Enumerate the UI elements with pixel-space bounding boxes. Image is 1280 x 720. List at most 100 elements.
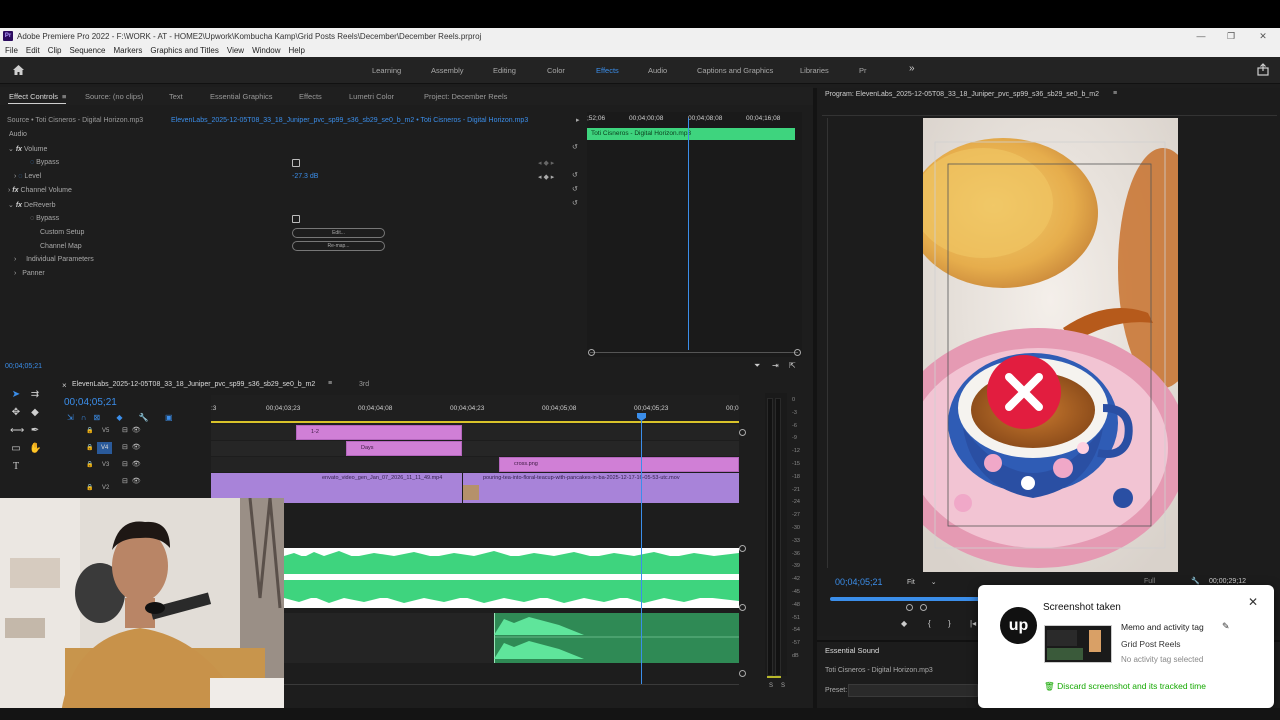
timeline-v-scroll-handle[interactable] xyxy=(739,429,746,436)
scrub-handle[interactable] xyxy=(920,604,927,611)
track-lock-icon[interactable]: 🔒 xyxy=(86,461,93,468)
panel-menu-icon[interactable]: ≡ xyxy=(328,380,332,387)
home-icon[interactable] xyxy=(12,64,25,76)
panel-menu-icon[interactable]: ≡ xyxy=(1113,90,1117,97)
export-icon[interactable]: ⇥ xyxy=(772,361,779,370)
tab-essential-graphics[interactable]: Essential Graphics xyxy=(210,92,273,101)
chevron-down-icon[interactable]: ⌄ xyxy=(8,146,14,153)
sync-icon[interactable]: ⊟ 👁 xyxy=(122,426,141,434)
sequence-tab-3rd[interactable]: 3rd xyxy=(359,381,369,388)
settings-wrench-icon[interactable]: 🔧 xyxy=(1191,577,1200,585)
track-label-v2[interactable]: V2 xyxy=(102,485,109,491)
ec-play-icon[interactable]: ▸ xyxy=(576,116,580,124)
work-area-bar[interactable] xyxy=(211,421,739,423)
type-tool-icon[interactable]: T xyxy=(10,461,22,473)
rectangle-tool-icon[interactable]: ▭ xyxy=(10,443,22,455)
menu-edit[interactable]: Edit xyxy=(26,46,40,55)
clip-days[interactable]: Days xyxy=(346,441,462,456)
workspace-learning[interactable]: Learning xyxy=(372,66,401,75)
timeline-v-scroll-handle[interactable] xyxy=(739,670,746,677)
memo-label[interactable]: Memo and activity tag xyxy=(1121,622,1204,632)
chevron-right-icon[interactable]: › xyxy=(14,173,16,180)
bypass-checkbox[interactable] xyxy=(292,159,300,167)
razor-tool-icon[interactable]: ◆ xyxy=(29,407,41,419)
chevron-down-icon[interactable]: ⌄ xyxy=(8,202,14,209)
ec-scroll-handle[interactable] xyxy=(794,349,801,356)
add-marker-icon[interactable]: ◆ xyxy=(901,619,907,628)
timeline-v-scroll-handle[interactable] xyxy=(739,604,746,611)
stopwatch-icon[interactable]: ◌ xyxy=(30,215,34,222)
tab-lumetri-color[interactable]: Lumetri Color xyxy=(349,92,394,101)
chevron-right-icon[interactable]: › xyxy=(14,270,16,277)
preset-dropdown[interactable] xyxy=(848,684,978,697)
timeline-v-scroll-handle[interactable] xyxy=(739,545,746,552)
fx-icon[interactable]: fx xyxy=(16,146,22,153)
reset-icon[interactable]: ↺ xyxy=(572,171,578,179)
reset-icon[interactable]: ↺ xyxy=(572,143,578,151)
program-scrub-bar[interactable] xyxy=(830,597,980,601)
solo-left-button[interactable]: S xyxy=(769,683,773,689)
workspace-audio[interactable]: Audio xyxy=(648,66,667,75)
sequence-tab[interactable]: ElevenLabs_2025-12-05T08_33_18_Juniper_p… xyxy=(72,381,315,388)
timeline-timecode[interactable]: 00;04;05;21 xyxy=(64,397,117,408)
track-label-v5[interactable]: V5 xyxy=(102,428,109,434)
menu-clip[interactable]: Clip xyxy=(48,46,62,55)
import-icon[interactable]: ⇱ xyxy=(789,361,796,370)
menu-window[interactable]: Window xyxy=(252,46,280,55)
ec-mini-audio-clip[interactable]: Toti Cisneros - Digital Horizon.mp3 xyxy=(587,128,795,140)
scrub-handle[interactable] xyxy=(906,604,913,611)
sync-icon[interactable]: ⊟ 👁 xyxy=(122,443,141,451)
workspace-assembly[interactable]: Assembly xyxy=(431,66,464,75)
close-sequence-icon[interactable]: × xyxy=(62,381,67,390)
track-lock-icon[interactable]: 🔒 xyxy=(86,484,93,491)
menu-view[interactable]: View xyxy=(227,46,244,55)
more-workspaces-icon[interactable]: » xyxy=(909,63,915,74)
chevron-right-icon[interactable]: › xyxy=(8,187,10,194)
share-icon[interactable] xyxy=(1257,63,1269,76)
sync-icon[interactable]: ⊟ 👁 xyxy=(122,477,141,485)
tab-effects[interactable]: Effects xyxy=(299,92,322,101)
ec-individual-params-row[interactable]: › Individual Parameters xyxy=(14,256,94,263)
edit-pencil-icon[interactable]: ✎ xyxy=(1222,621,1230,632)
ec-playhead[interactable] xyxy=(688,118,689,350)
tab-source[interactable]: Source: (no clips) xyxy=(85,92,143,101)
pen-tool-icon[interactable]: ✒ xyxy=(29,425,41,437)
selection-tool-icon[interactable]: ➤ xyxy=(10,389,22,401)
reset-icon[interactable]: ↺ xyxy=(572,199,578,207)
ripple-edit-tool-icon[interactable]: ✥ xyxy=(10,407,22,419)
workspace-libraries[interactable]: Libraries xyxy=(800,66,829,75)
ec-volume-row[interactable]: ⌄ fx Volume xyxy=(8,145,47,153)
menu-sequence[interactable]: Sequence xyxy=(69,46,105,55)
tab-effect-controls[interactable]: Effect Controls xyxy=(9,92,58,101)
menu-file[interactable]: File xyxy=(5,46,18,55)
menu-help[interactable]: Help xyxy=(289,46,305,55)
custom-setup-edit-button[interactable]: Edit... xyxy=(292,228,385,238)
channel-map-remap-button[interactable]: Re-map... xyxy=(292,241,385,251)
discard-screenshot-link[interactable]: 🗑 Discard screenshot and its tracked tim… xyxy=(1044,681,1206,692)
chevron-right-icon[interactable]: › xyxy=(14,256,16,263)
keyframe-nav-icon[interactable]: ◂ ◆ ▸ xyxy=(538,173,554,181)
track-lock-icon[interactable]: 🔒 xyxy=(86,444,93,451)
menu-markers[interactable]: Markers xyxy=(114,46,143,55)
workspace-color[interactable]: Color xyxy=(547,66,565,75)
fx-icon[interactable]: fx xyxy=(16,202,22,209)
fit-dropdown[interactable]: Fit ⌄ xyxy=(907,578,937,586)
clip-pouring-tea-video[interactable]: pouring-tea-into-floral-teacup-with-panc… xyxy=(463,473,739,503)
workspace-editing[interactable]: Editing xyxy=(493,66,516,75)
panel-menu-icon[interactable]: ≡ xyxy=(62,92,66,101)
popup-close-icon[interactable]: ✕ xyxy=(1248,595,1258,609)
track-select-tool-icon[interactable]: ⇉ xyxy=(29,389,41,401)
quality-dropdown[interactable]: Full xyxy=(1144,578,1155,585)
workspace-captions-graphics[interactable]: Captions and Graphics xyxy=(697,66,773,75)
tab-text[interactable]: Text xyxy=(169,92,183,101)
track-lock-icon[interactable]: 🔒 xyxy=(86,427,93,434)
mark-in-icon[interactable]: { xyxy=(928,619,931,628)
keyframe-nav-icon[interactable]: ◂ ◆ ▸ xyxy=(538,159,554,167)
clip-cross-png[interactable]: cross.png xyxy=(499,457,739,472)
ec-scroll-handle[interactable] xyxy=(588,349,595,356)
track-label-v3[interactable]: V3 xyxy=(102,462,109,468)
menu-graphics-titles[interactable]: Graphics and Titles xyxy=(150,46,218,55)
minimize-icon[interactable]: — xyxy=(1186,28,1216,44)
playhead-line[interactable] xyxy=(641,420,642,684)
level-value[interactable]: -27.3 dB xyxy=(292,173,318,180)
